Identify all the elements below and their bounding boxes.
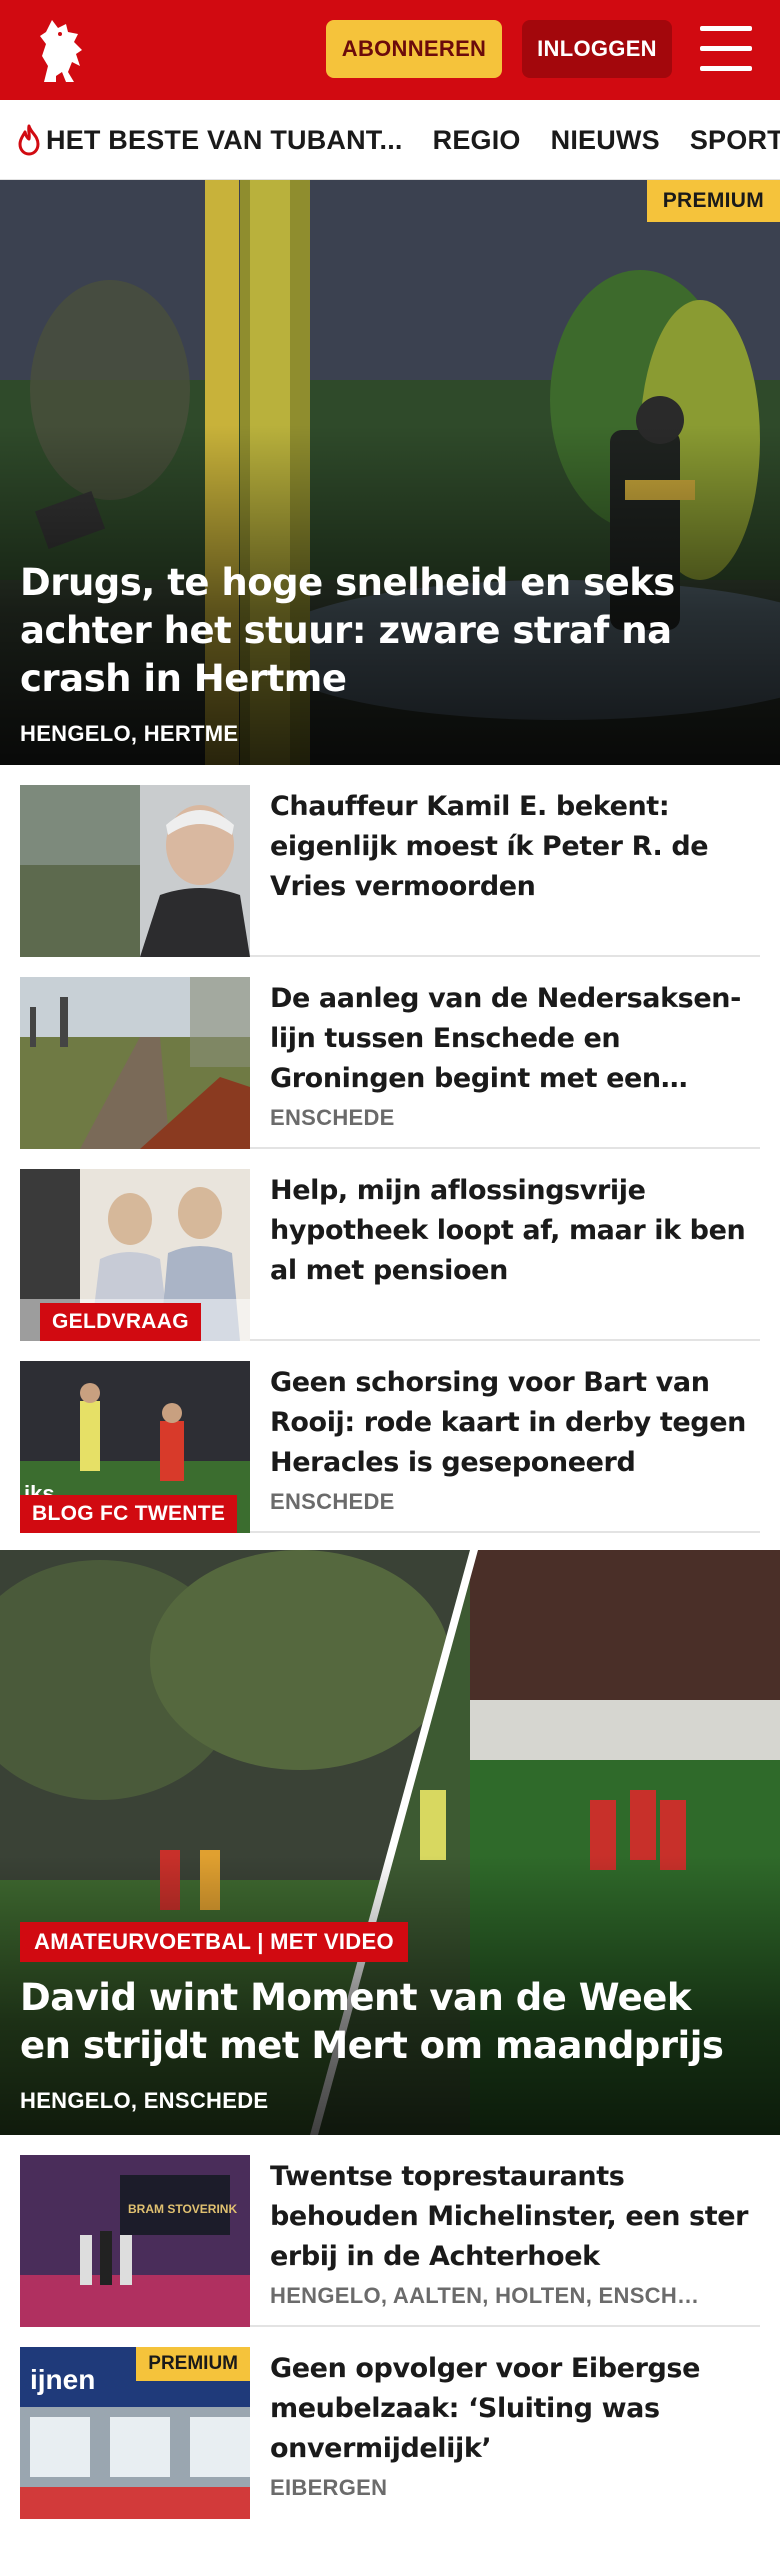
site-header: ABONNEREN INLOGGEN <box>0 0 780 100</box>
article-headline[interactable]: Help, mijn aflossingsvrije hypotheek loo… <box>270 1171 750 1291</box>
nav-item-nieuws[interactable]: NIEUWS <box>551 125 660 156</box>
article-item[interactable]: iks BLOG FC TWENTE Geen schorsing voor B… <box>20 1341 760 1533</box>
nav-item-best-of[interactable]: HET BESTE VAN TUBANT... <box>16 124 403 156</box>
nav-item-label: HET BESTE VAN TUBANT... <box>46 124 403 155</box>
article-location: EIBERGEN <box>270 2475 388 2500</box>
article-thumbnail <box>20 785 250 957</box>
video-feature-article[interactable]: AMATEURVOETBAL | MET VIDEO David wint Mo… <box>0 1550 780 2135</box>
article-location: ENSCHEDE <box>270 1105 395 1130</box>
article-headline[interactable]: De aanleg van de Nedersaksen-lijn tussen… <box>270 979 750 1099</box>
subscribe-button[interactable]: ABONNEREN <box>326 20 502 78</box>
svg-text:ijnen: ijnen <box>30 2364 95 2395</box>
hero-article[interactable]: PREMIUM Drugs, te hoge snelheid en seks … <box>0 180 780 765</box>
feature-location: HENGELO, ENSCHEDE <box>20 2088 269 2113</box>
premium-badge: PREMIUM <box>646 180 780 222</box>
video-category-label: AMATEURVOETBAL | MET VIDEO <box>20 1922 408 1962</box>
fire-icon <box>18 124 40 156</box>
nav-item-regio[interactable]: REGIO <box>433 125 521 156</box>
tubantia-horse-logo-icon[interactable] <box>22 10 102 90</box>
article-item[interactable]: BRAM STOVERINK Twentse toprestaurants be… <box>20 2135 760 2327</box>
article-location: HENGELO, AALTEN, HOLTEN, ENSCH… <box>270 2283 700 2308</box>
article-headline[interactable]: Geen schorsing voor Bart van Rooij: rode… <box>270 1363 750 1483</box>
article-thumbnail: BRAM STOVERINK <box>20 2155 250 2327</box>
hero-location: HENGELO, HERTME <box>20 721 239 746</box>
article-item[interactable]: Chauffeur Kamil E. bekent: eigenlijk moe… <box>20 765 760 957</box>
login-button[interactable]: INLOGGEN <box>522 20 672 78</box>
article-headline[interactable]: Chauffeur Kamil E. bekent: eigenlijk moe… <box>270 787 750 907</box>
article-category-label: GELDVRAAG <box>40 1303 201 1341</box>
article-item[interactable]: De aanleg van de Nedersaksen-lijn tussen… <box>20 957 760 1149</box>
article-item[interactable]: ijnen PREMIUM Geen opvolger voor Eibergs… <box>20 2327 760 2519</box>
article-thumbnail: ijnen PREMIUM <box>20 2347 250 2519</box>
article-location: ENSCHEDE <box>270 1489 395 1514</box>
article-headline[interactable]: Twentse toprestaurants behouden Michelin… <box>270 2157 750 2277</box>
nav-item-sport[interactable]: SPORT <box>690 125 780 156</box>
section-nav: HET BESTE VAN TUBANT... REGIO NIEUWS SPO… <box>0 100 780 180</box>
article-thumbnail <box>20 977 250 1149</box>
feature-headline[interactable]: David wint Moment van de Week en strijdt… <box>20 1974 750 2070</box>
hero-headline[interactable]: Drugs, te hoge snelheid en seks achter h… <box>20 559 756 703</box>
article-headline[interactable]: Geen opvolger voor Eibergse meubelzaak: … <box>270 2349 750 2469</box>
premium-badge: PREMIUM <box>136 2347 250 2381</box>
article-category-label: BLOG FC TWENTE <box>20 1495 238 1533</box>
svg-text:BRAM STOVERINK: BRAM STOVERINK <box>128 2202 237 2216</box>
hamburger-menu-icon[interactable] <box>700 26 752 72</box>
article-item[interactable]: GELDVRAAG Help, mijn aflossingsvrije hyp… <box>20 1149 760 1341</box>
